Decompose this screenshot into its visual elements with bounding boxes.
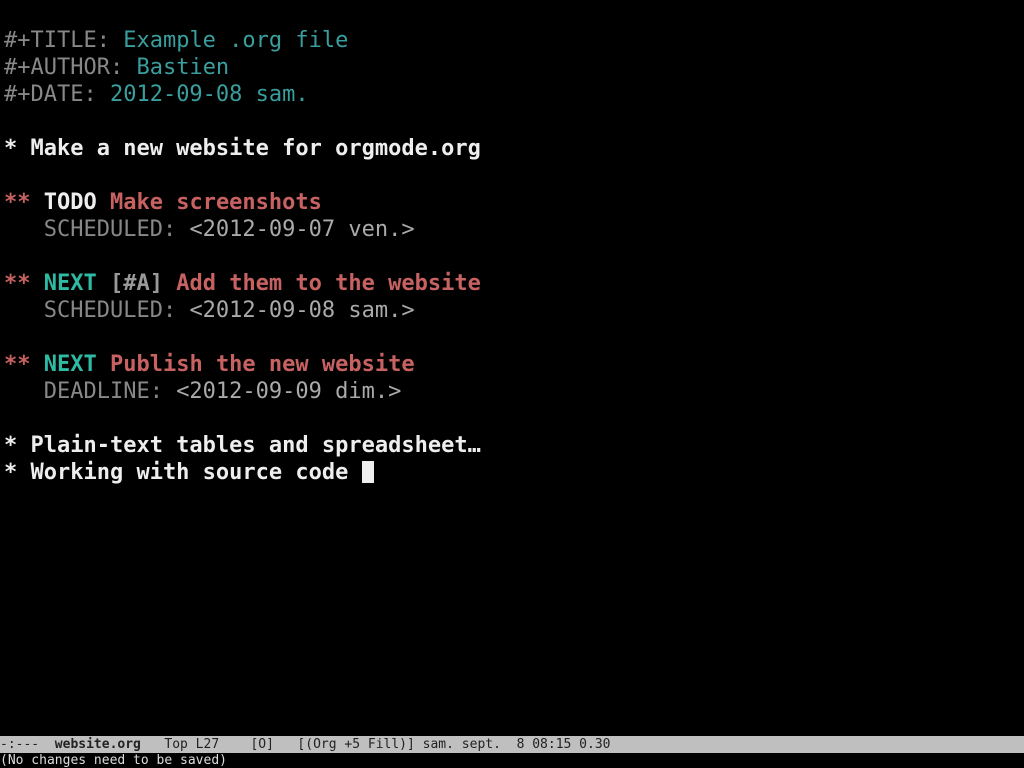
- task-2-stars: **: [4, 271, 44, 296]
- author-val: Bastien: [123, 55, 229, 80]
- minibuffer[interactable]: (No changes need to be saved): [0, 753, 1024, 768]
- scheduled-date: <2012-09-07 ven.>: [189, 217, 414, 242]
- task-1-heading: ** TODO Make screenshots: [4, 190, 322, 215]
- doc-author-line: #+AUTHOR: Bastien: [4, 55, 229, 80]
- task-3-stars: **: [4, 352, 44, 377]
- scheduled-label: SCHEDULED:: [4, 217, 189, 242]
- heading-2: * Plain-text tables and spreadsheet…: [4, 433, 481, 458]
- heading-3-line: * Working with source code: [4, 460, 374, 485]
- scheduled-label: SCHEDULED:: [4, 298, 189, 323]
- title-val: Example .org file: [110, 28, 348, 53]
- deadline-date: <2012-09-09 dim.>: [176, 379, 401, 404]
- task-2-title: Add them to the website: [163, 271, 481, 296]
- author-key: #+AUTHOR:: [4, 55, 123, 80]
- next-keyword: NEXT: [44, 271, 97, 296]
- date-key: #+DATE:: [4, 82, 97, 107]
- task-3-deadline: DEADLINE: <2012-09-09 dim.>: [4, 379, 401, 404]
- task-2-scheduled: SCHEDULED: <2012-09-08 sam.>: [4, 298, 415, 323]
- date-val: 2012-09-08 sam.: [97, 82, 309, 107]
- task-1-title: Make screenshots: [97, 190, 322, 215]
- task-1-stars: **: [4, 190, 44, 215]
- mode-line-status: Top L27 [O] [(Org +5 Fill)] sam. sept. 8…: [149, 737, 611, 752]
- task-1-scheduled: SCHEDULED: <2012-09-07 ven.>: [4, 217, 415, 242]
- title-key: #+TITLE:: [4, 28, 110, 53]
- scheduled-date: <2012-09-08 sam.>: [189, 298, 414, 323]
- heading-1: * Make a new website for orgmode.org: [4, 136, 481, 161]
- cursor-icon: [362, 461, 374, 483]
- task-3-title: Publish the new website: [97, 352, 415, 377]
- doc-title-line: #+TITLE: Example .org file: [4, 28, 348, 53]
- heading-3: * Working with source code: [4, 460, 362, 485]
- task-3-heading: ** NEXT Publish the new website: [4, 352, 415, 377]
- editor-buffer[interactable]: #+TITLE: Example .org file #+AUTHOR: Bas…: [0, 0, 1024, 736]
- priority-tag: [#A]: [97, 271, 163, 296]
- mode-line: -:--- website.org Top L27 [O] [(Org +5 F…: [0, 736, 1024, 753]
- next-keyword: NEXT: [44, 352, 97, 377]
- mode-line-modified: -:---: [0, 737, 47, 752]
- doc-date-line: #+DATE: 2012-09-08 sam.: [4, 82, 309, 107]
- deadline-label: DEADLINE:: [4, 379, 176, 404]
- task-2-heading: ** NEXT [#A] Add them to the website: [4, 271, 481, 296]
- todo-keyword: TODO: [44, 190, 97, 215]
- mode-line-filename: website.org: [47, 737, 149, 752]
